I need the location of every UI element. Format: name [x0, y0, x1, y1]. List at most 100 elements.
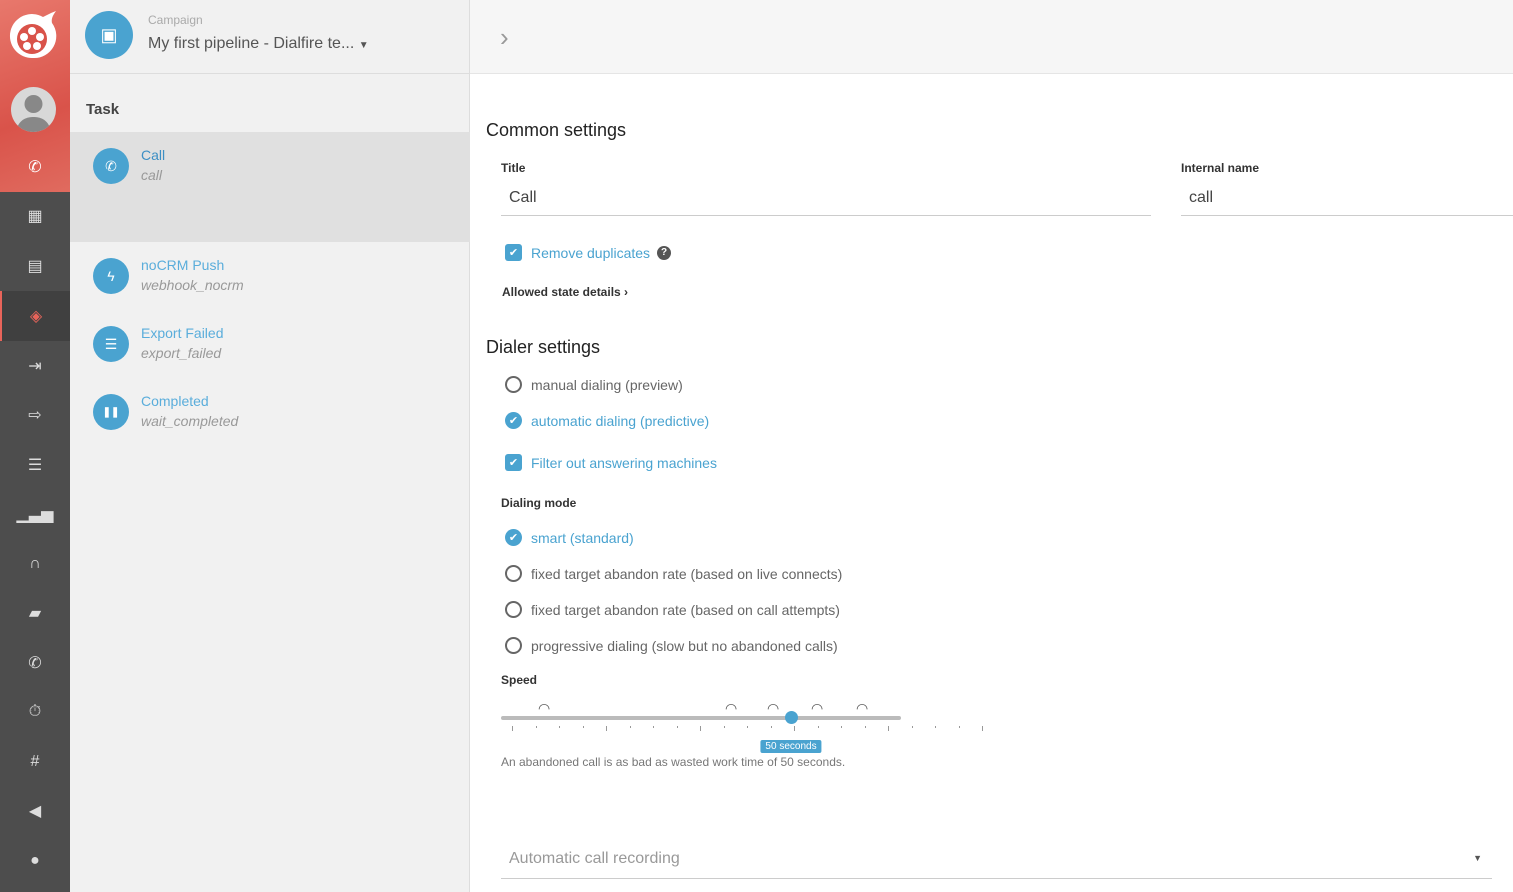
dialfire-logo[interactable] — [8, 10, 58, 60]
radio-manual-dialing[interactable]: manual dialing (preview) — [505, 376, 683, 393]
slider-tick — [911, 726, 913, 728]
radio-label: smart (standard) — [531, 529, 634, 546]
allowed-state-label: Allowed state details — [502, 285, 621, 299]
database-export-icon: ☰ — [93, 326, 129, 362]
slider-tick — [935, 726, 936, 728]
gauge-slowest-icon: ◠ — [538, 700, 551, 716]
radio-label: fixed target abandon rate (based on live… — [531, 565, 843, 582]
slider-tick — [559, 726, 560, 728]
allowed-state-details-link[interactable]: Allowed state details › — [502, 285, 628, 299]
radio-checked-icon: ✔ — [505, 412, 522, 429]
speed-slider[interactable]: 50 seconds — [501, 711, 983, 753]
pause-icon: ❚❚ — [93, 394, 129, 430]
check-icon: ✔ — [505, 454, 522, 471]
dashboard-icon[interactable]: ▦ — [0, 191, 70, 241]
speed-description: An abandoned call is as bad as wasted wo… — [501, 755, 846, 769]
caret-down-icon: ▼ — [358, 40, 369, 51]
bar-chart-icon[interactable]: ▁▃▅ — [0, 489, 70, 539]
slider-tick — [794, 726, 795, 731]
call-recording-placeholder: Automatic call recording — [509, 850, 680, 867]
radio-label: automatic dialing (predictive) — [531, 412, 710, 429]
radio-label: progressive dialing (slow but no abandon… — [531, 637, 838, 654]
campaign-label: Campaign — [148, 13, 203, 27]
layers-icon[interactable]: ◈ — [0, 291, 70, 341]
task-item-nocrm-push[interactable]: ϟ noCRM Push webhook_nocrm — [70, 242, 470, 310]
slider-tick — [888, 726, 889, 731]
sidebar-nav: ✆ ▦ ▤ ◈ ⇥ ⇨ ☰ ▁▃▅ ∩ ▰ ✆ ⏱ # ◀ ● — [0, 0, 70, 892]
slider-tick — [700, 726, 701, 731]
slider-handle[interactable] — [785, 711, 798, 724]
radio-smart[interactable]: ✔ smart (standard) — [505, 529, 634, 546]
slider-tick — [676, 726, 678, 728]
remove-duplicates-label: Remove duplicates — [531, 244, 651, 261]
common-settings-heading: Common settings — [486, 120, 627, 140]
task-title: Export Failed — [141, 325, 224, 341]
dialer-settings-heading: Dialer settings — [486, 337, 601, 357]
task-item-call[interactable]: ✆ Call call — [70, 132, 470, 242]
slider-tick — [606, 726, 607, 731]
chevron-right-icon[interactable]: › — [500, 22, 509, 53]
user-icon[interactable]: ● — [0, 836, 70, 886]
filter-am-label: Filter out answering machines — [531, 454, 717, 471]
slider-tick — [512, 726, 513, 731]
campaign-selector[interactable]: ▣ Campaign My first pipeline - Dialfire … — [70, 0, 469, 74]
slider-tick — [653, 726, 654, 728]
slider-tick — [629, 726, 631, 728]
task-title: noCRM Push — [141, 257, 225, 273]
filter-answering-machines-checkbox[interactable]: ✔ Filter out answering machines — [505, 454, 717, 471]
slider-tick — [982, 726, 983, 731]
slider-tooltip: 50 seconds — [760, 740, 822, 753]
data-export-icon[interactable]: ⇨ — [0, 390, 70, 440]
chevron-right-icon: › — [624, 285, 629, 299]
call-recording-select[interactable]: Automatic call recording ▼ — [501, 840, 1492, 879]
task-name: export_failed — [141, 345, 222, 361]
phone-hash-icon[interactable]: # — [0, 737, 70, 787]
gauge-fastest-icon: ◠ — [856, 700, 869, 716]
top-bar: › — [470, 0, 1513, 74]
radio-label: fixed target abandon rate (based on call… — [531, 601, 840, 618]
radio-icon — [505, 601, 522, 618]
radio-progressive[interactable]: progressive dialing (slow but no abandon… — [505, 637, 838, 654]
data-import-icon[interactable]: ⇥ — [0, 341, 70, 391]
slider-tick — [817, 726, 819, 728]
radio-icon — [505, 565, 522, 582]
task-item-export-failed[interactable]: ☰ Export Failed export_failed — [70, 310, 470, 378]
settings-panel: › Common settings Title Internal name ✔ R… — [470, 0, 1513, 892]
caret-down-icon: ▼ — [1473, 853, 1482, 863]
title-input[interactable] — [501, 180, 1151, 216]
title-label: Title — [501, 161, 526, 175]
gauge-medium-icon: ◠ — [767, 700, 780, 716]
avatar[interactable] — [11, 87, 56, 132]
task-title: Call — [141, 147, 166, 163]
help-icon[interactable]: ? — [657, 245, 672, 260]
archive-icon[interactable]: ▤ — [0, 241, 70, 291]
campaign-dropdown[interactable]: My first pipeline - Dialfire te... ▼ — [148, 35, 369, 53]
slider-tick — [582, 726, 584, 728]
slider-tick — [770, 726, 772, 728]
phone-icon[interactable]: ✆ — [0, 638, 70, 688]
slider-tick — [747, 726, 748, 728]
radio-icon — [505, 376, 522, 393]
task-item-completed[interactable]: ❚❚ Completed wait_completed — [70, 378, 470, 446]
radio-automatic-dialing[interactable]: ✔ automatic dialing (predictive) — [505, 412, 709, 429]
internal-name-label: Internal name — [1181, 161, 1260, 175]
phone-icon: ✆ — [93, 148, 129, 184]
slider-tick — [723, 726, 725, 728]
phone-icon[interactable]: ✆ — [0, 142, 70, 192]
radio-fixed-live[interactable]: fixed target abandon rate (based on live… — [505, 565, 842, 582]
archive-icon: ▣ — [85, 11, 133, 59]
internal-name-input[interactable] — [1181, 180, 1513, 216]
chat-share-icon[interactable]: ◀ — [0, 786, 70, 836]
stopwatch-icon[interactable]: ⏱ — [0, 687, 70, 737]
task-title: Completed — [141, 393, 209, 409]
radio-fixed-attempts[interactable]: fixed target abandon rate (based on call… — [505, 601, 840, 618]
radio-icon — [505, 637, 522, 654]
headset-icon[interactable]: ∩ — [0, 539, 70, 589]
chat-stats-icon[interactable]: ▰ — [0, 588, 70, 638]
task-panel: ▣ Campaign My first pipeline - Dialfire … — [70, 0, 470, 892]
campaign-value: My first pipeline - Dialfire te... — [148, 35, 355, 52]
gauge-fast-icon: ◠ — [811, 700, 824, 716]
bolt-icon: ϟ — [93, 258, 129, 294]
database-icon[interactable]: ☰ — [0, 440, 70, 490]
remove-duplicates-checkbox[interactable]: ✔ Remove duplicates? — [505, 244, 672, 261]
